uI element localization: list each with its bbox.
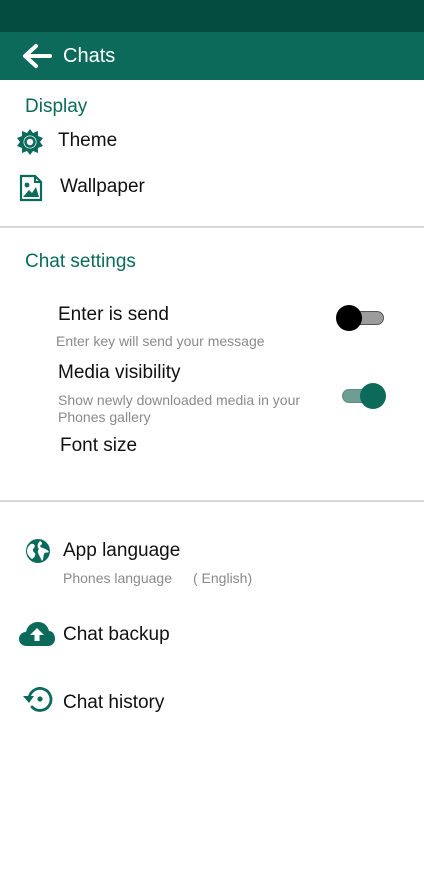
toggle-knob (336, 305, 362, 331)
display-section-label: Display (25, 96, 88, 117)
divider (0, 500, 424, 502)
app-bar: Chats (0, 32, 424, 80)
enter-is-send-description: Enter key will send your message (56, 333, 265, 349)
wallpaper-label: Wallpaper (60, 176, 145, 197)
font-size-label: Font size (60, 435, 138, 456)
toggle-knob (360, 383, 386, 409)
enter-is-send-toggle[interactable] (336, 304, 388, 332)
app-language-setting[interactable]: App language Phones language ( English) (0, 534, 424, 590)
wallpaper-image-icon (19, 174, 43, 202)
chat-history-label: Chat history (63, 692, 165, 713)
chat-settings-section-label: Chat settings (25, 251, 136, 272)
divider (0, 226, 424, 228)
globe-icon (26, 539, 50, 563)
chat-backup-setting[interactable]: Chat backup (0, 616, 424, 652)
theme-setting[interactable]: Theme (0, 124, 424, 160)
status-bar (0, 0, 424, 32)
back-arrow-icon (23, 44, 52, 68)
back-button[interactable] (20, 42, 54, 70)
app-language-current: ( English) (193, 570, 253, 586)
media-visibility-label: Media visibility (58, 362, 181, 383)
media-visibility-toggle[interactable] (336, 382, 388, 410)
page-title: Chats (63, 45, 116, 67)
chat-backup-label: Chat backup (63, 624, 170, 645)
media-visibility-description-2: Phones gallery (58, 409, 151, 425)
theme-label: Theme (58, 130, 118, 151)
app-language-value: Phones language (63, 570, 172, 586)
wallpaper-setting[interactable]: Wallpaper (0, 170, 424, 204)
app-language-label: App language (63, 540, 181, 561)
history-icon (23, 687, 53, 712)
cloud-upload-icon (19, 622, 55, 646)
theme-gear-icon (17, 129, 43, 155)
media-visibility-description: Show newly downloaded media in your (58, 392, 301, 408)
font-size-setting[interactable]: Font size (0, 430, 424, 462)
enter-is-send-label: Enter is send (58, 304, 169, 325)
chat-history-setting[interactable]: Chat history (0, 684, 424, 722)
